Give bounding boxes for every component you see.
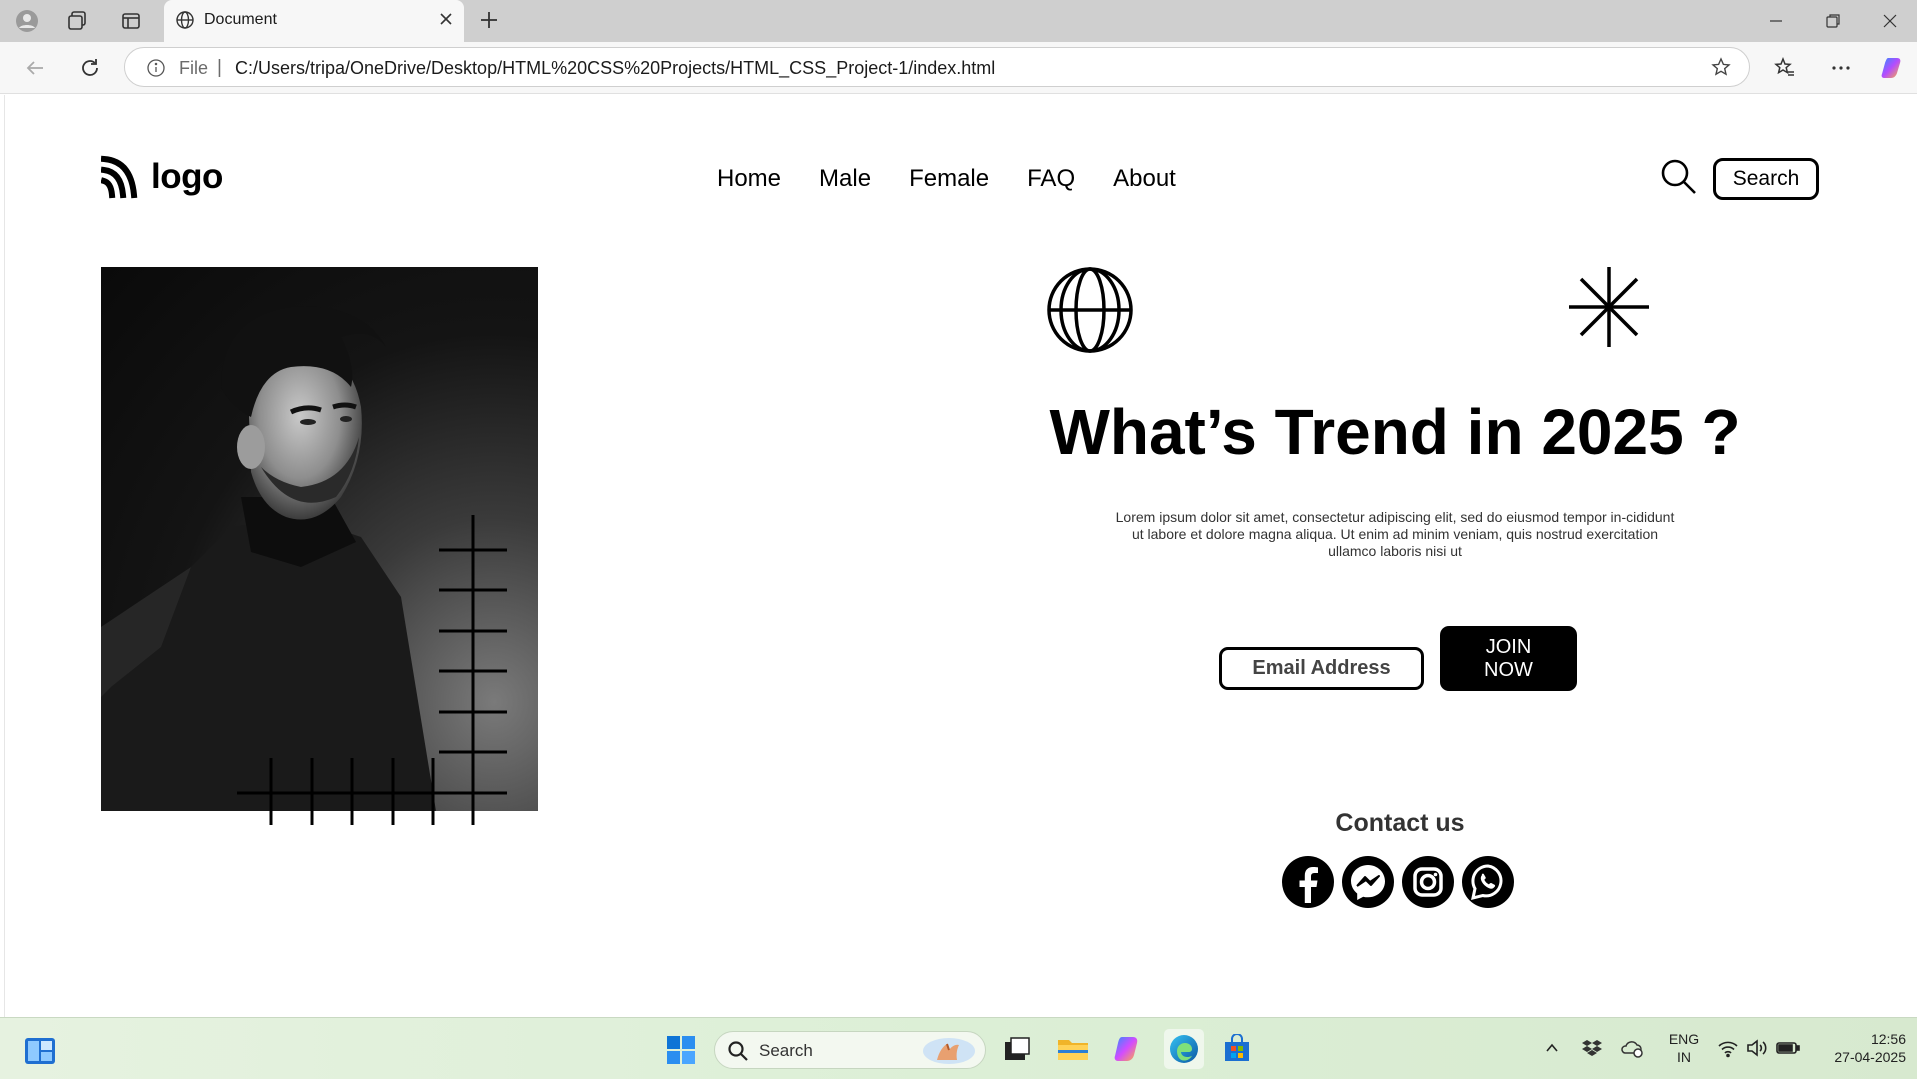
microsoft-store-icon[interactable] (1220, 1032, 1254, 1066)
address-scheme-label: File (179, 58, 209, 78)
copilot-icon[interactable] (1880, 55, 1906, 81)
browser-tab-bar: Document (0, 0, 1917, 42)
refresh-icon[interactable] (77, 55, 103, 81)
restore-icon[interactable] (1821, 9, 1845, 33)
show-hidden-icons-chevron-icon[interactable] (1544, 1040, 1560, 1061)
clock-time: 12:56 (1870, 1031, 1906, 1047)
instagram-icon[interactable] (1401, 855, 1455, 909)
facebook-icon[interactable] (1281, 855, 1335, 909)
globe-icon (175, 10, 195, 35)
nav-home[interactable]: Home (717, 165, 781, 193)
onedrive-sync-icon[interactable] (1620, 1038, 1644, 1063)
logo-text: logo (151, 157, 223, 196)
nav-faq[interactable]: FAQ (1027, 165, 1075, 193)
web-page: logo Home Male Female FAQ About Search W… (4, 95, 1917, 1017)
address-separator: | (217, 57, 222, 78)
hero-headline: What’s Trend in 2025 ? (1049, 396, 1741, 468)
join-label-line1: JOIN (1485, 635, 1532, 658)
back-icon[interactable] (22, 55, 48, 81)
social-links (1281, 855, 1515, 909)
nav-about[interactable]: About (1113, 165, 1176, 193)
search-button[interactable]: Search (1713, 158, 1819, 200)
dropbox-icon[interactable] (1582, 1038, 1602, 1063)
windows-taskbar: Search ENG IN 12:56 27-04-2025 (0, 1017, 1917, 1079)
workspaces-icon[interactable] (64, 8, 90, 34)
grid-decoration (237, 515, 507, 825)
messenger-icon[interactable] (1341, 855, 1395, 909)
tab-document[interactable]: Document (164, 0, 464, 42)
new-tab-icon[interactable] (478, 9, 500, 36)
widgets-icon[interactable] (24, 1037, 56, 1070)
contact-title: Contact us (1335, 809, 1465, 837)
main-nav: Home Male Female FAQ About (717, 165, 1176, 193)
close-window-icon[interactable] (1878, 9, 1902, 33)
globe-decoration-icon (1047, 267, 1133, 353)
favorite-star-icon[interactable] (1711, 57, 1731, 82)
edge-browser-icon[interactable] (1164, 1029, 1204, 1069)
whatsapp-icon[interactable] (1461, 855, 1515, 909)
site-logo[interactable]: logo (101, 155, 223, 199)
favorites-icon[interactable] (1772, 55, 1798, 81)
taskbar-search-icon (727, 1040, 749, 1067)
profile-icon[interactable] (14, 8, 40, 34)
hero-description: Lorem ipsum dolor sit amet, consectetur … (1115, 509, 1675, 559)
language-line1: ENG (1668, 1031, 1700, 1047)
url-text[interactable]: C:/Users/tripa/OneDrive/Desktop/HTML%20C… (235, 58, 995, 79)
start-windows-icon[interactable] (666, 1035, 696, 1070)
copilot-taskbar-icon[interactable] (1111, 1032, 1145, 1066)
task-view-icon[interactable] (1000, 1032, 1034, 1066)
info-icon[interactable] (147, 59, 165, 82)
address-bar[interactable]: File | C:/Users/tripa/OneDrive/Desktop/H… (124, 47, 1750, 87)
nav-female[interactable]: Female (909, 165, 989, 193)
nav-male[interactable]: Male (819, 165, 871, 193)
search-icon[interactable] (1659, 157, 1699, 202)
search-highlight-image (921, 1036, 977, 1072)
sparkle-decoration-icon (1569, 267, 1649, 347)
taskbar-search-box[interactable]: Search (714, 1031, 986, 1069)
input-language[interactable]: ENG IN (1664, 1030, 1704, 1066)
language-line2: IN (1677, 1049, 1691, 1065)
battery-icon[interactable] (1776, 1039, 1800, 1062)
clock-date: 27-04-2025 (1834, 1049, 1906, 1065)
logo-mark-icon (101, 155, 138, 199)
vertical-tabs-icon[interactable] (118, 8, 144, 34)
taskbar-search-label: Search (759, 1041, 813, 1060)
file-explorer-icon[interactable] (1056, 1032, 1090, 1066)
minimize-icon[interactable] (1764, 9, 1788, 33)
join-label-line2: NOW (1484, 658, 1533, 681)
close-tab-icon[interactable] (438, 11, 454, 32)
clock[interactable]: 12:56 27-04-2025 (1810, 1030, 1906, 1066)
volume-icon[interactable] (1746, 1038, 1768, 1063)
join-now-button[interactable]: JOIN NOW (1440, 626, 1577, 691)
browser-toolbar: File | C:/Users/tripa/OneDrive/Desktop/H… (0, 42, 1917, 94)
email-field[interactable]: Email Address (1219, 647, 1424, 690)
wifi-icon[interactable] (1717, 1038, 1739, 1063)
tab-title: Document (204, 11, 277, 28)
more-options-icon[interactable] (1828, 55, 1854, 81)
